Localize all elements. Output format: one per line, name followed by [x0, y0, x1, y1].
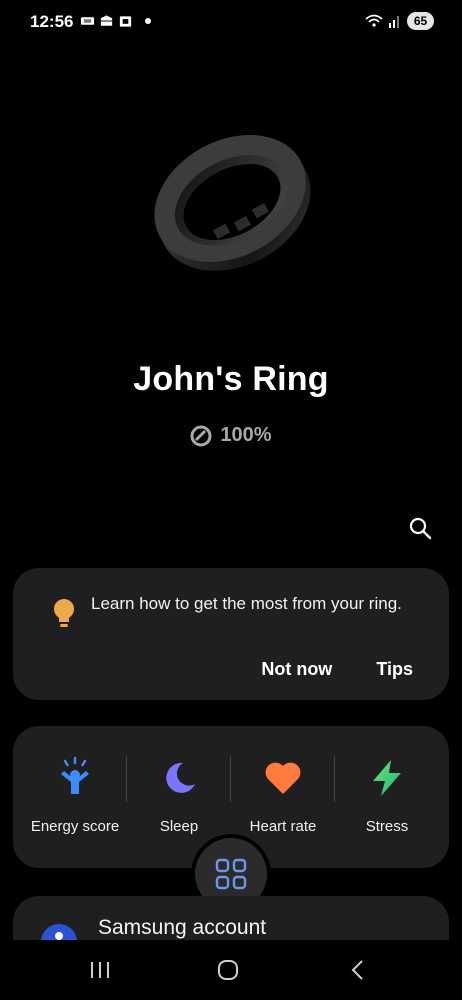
lightbulb-icon [54, 599, 74, 627]
energy-score-label: Energy score [30, 818, 120, 835]
energy-score-tile[interactable]: Energy score [23, 726, 127, 868]
device-name: John's Ring [133, 360, 329, 398]
stress-tile[interactable]: Stress [335, 726, 439, 868]
tips-button[interactable]: Tips [376, 659, 413, 680]
ticket-icon [80, 17, 95, 25]
device-battery: 100% [0, 424, 462, 447]
ring-image [154, 134, 311, 271]
heart-rate-label: Heart rate [249, 818, 317, 835]
heart-icon [261, 756, 305, 800]
back-icon [351, 960, 363, 980]
energy-score-icon [53, 756, 97, 800]
store-icon [119, 16, 132, 27]
apps-grid-icon [215, 858, 247, 890]
recent-apps-button[interactable] [87, 958, 113, 982]
tip-actions: Not now Tips [261, 659, 413, 680]
wifi-icon [365, 14, 383, 27]
search-icon [409, 517, 432, 540]
status-system-icons: 65 [365, 12, 434, 30]
bolt-icon [365, 756, 409, 800]
status-notification-icons [80, 14, 151, 28]
recent-apps-icon [91, 962, 109, 978]
account-avatar-icon [41, 924, 77, 940]
home-button[interactable] [215, 958, 241, 982]
back-button[interactable] [345, 958, 371, 982]
status-bar: 12:56 65 [0, 0, 462, 44]
search-button[interactable] [404, 512, 436, 544]
not-now-button[interactable]: Not now [261, 659, 332, 680]
status-time: 12:56 [30, 12, 74, 31]
device-battery-level: 100% [220, 424, 272, 446]
ring-battery-icon [190, 425, 212, 446]
battery-icon: 65 [407, 12, 434, 30]
notification-dot [145, 18, 151, 24]
tip-card: Learn how to get the most from your ring… [13, 568, 449, 700]
samsung-account-card[interactable]: Samsung account [13, 896, 449, 940]
wallet-icon [100, 15, 113, 26]
moon-icon [157, 756, 201, 800]
sleep-label: Sleep [159, 818, 199, 835]
tip-text: Learn how to get the most from your ring… [91, 594, 402, 613]
home-icon [218, 960, 238, 980]
stress-label: Stress [365, 818, 409, 835]
samsung-account-label: Samsung account [98, 916, 267, 939]
navigation-bar [0, 940, 462, 1000]
signal-icon [389, 16, 399, 28]
